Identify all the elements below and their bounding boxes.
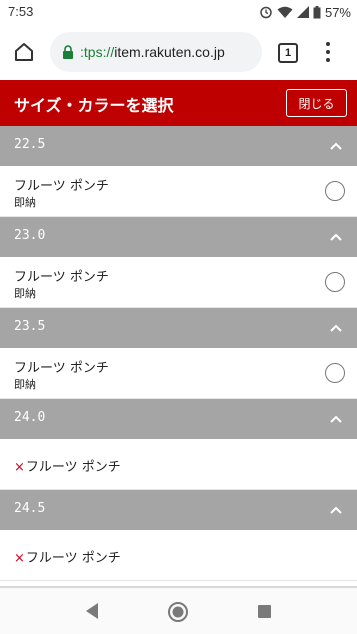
chevron-up-icon xyxy=(330,415,342,423)
color-name: フルーツ ポンチ xyxy=(25,551,121,566)
chevron-up-icon xyxy=(330,233,342,241)
select-radio[interactable] xyxy=(325,272,345,292)
address-bar[interactable]: :tps:// item.rakuten.co.jp xyxy=(50,32,262,72)
chevron-up-icon xyxy=(330,324,342,332)
size-option-row: ×フルーツ ポンチ xyxy=(0,439,357,490)
size-label: 23.5 xyxy=(14,319,46,334)
home-circle-icon[interactable] xyxy=(167,601,189,623)
color-name: フルーツ ポンチ xyxy=(14,361,109,376)
home-icon xyxy=(15,43,33,61)
status-time: 7:53 xyxy=(8,4,34,19)
tab-switcher-button[interactable]: 1 xyxy=(278,43,298,63)
home-button[interactable] xyxy=(10,38,38,66)
chevron-up-icon xyxy=(330,142,342,150)
panel-header: サイズ・カラーを選択 閉じる xyxy=(0,80,357,126)
system-nav-bar xyxy=(0,586,357,634)
more-vert-icon[interactable] xyxy=(318,40,338,64)
battery-percent: 57% xyxy=(324,4,351,20)
status-icons: 57% xyxy=(259,4,351,20)
battery-icon xyxy=(313,5,321,18)
back-triangle-icon[interactable] xyxy=(84,602,100,620)
wifi-icon xyxy=(277,6,293,18)
size-label: 23.0 xyxy=(14,228,46,243)
url-scheme: :tps:// xyxy=(80,44,115,60)
select-radio[interactable] xyxy=(325,181,345,201)
size-group-header[interactable]: 24.5 xyxy=(0,490,357,530)
select-radio[interactable] xyxy=(325,363,345,383)
size-option-row: ×フルーツ ポンチ xyxy=(0,530,357,581)
sold-out-mark: × xyxy=(14,460,25,475)
size-list: 22.5 フルーツ ポンチ 即納 23.0 フルーツ ポンチ 即納 23.5 フ… xyxy=(0,126,357,586)
size-label: 22.5 xyxy=(14,137,46,152)
size-label: 24.0 xyxy=(14,410,46,425)
url-host: item.rakuten.co.jp xyxy=(114,44,225,60)
sold-out-mark: × xyxy=(14,551,25,566)
status-bar: 7:53 57% xyxy=(0,0,357,24)
chevron-up-icon xyxy=(330,506,342,514)
size-option-row[interactable]: フルーツ ポンチ 即納 xyxy=(0,166,357,217)
lock-icon xyxy=(62,45,74,59)
color-name-soldout: ×フルーツ ポンチ xyxy=(14,547,121,566)
color-name: フルーツ ポンチ xyxy=(14,270,109,285)
stock-status: 即納 xyxy=(14,378,36,391)
browser-toolbar: :tps:// item.rakuten.co.jp 1 xyxy=(0,24,357,80)
stock-status: 即納 xyxy=(14,196,36,209)
color-name: フルーツ ポンチ xyxy=(25,460,121,475)
size-option-row[interactable]: フルーツ ポンチ 即納 xyxy=(0,257,357,308)
alarm-icon xyxy=(260,6,272,19)
size-group-header[interactable]: 22.5 xyxy=(0,126,357,166)
color-name: フルーツ ポンチ xyxy=(14,179,109,194)
size-group-header[interactable]: 24.0 xyxy=(0,399,357,439)
recents-square-icon[interactable] xyxy=(258,605,271,618)
size-option-row[interactable]: フルーツ ポンチ 即納 xyxy=(0,348,357,399)
size-label: 24.5 xyxy=(14,501,46,516)
stock-status: 即納 xyxy=(14,287,36,300)
close-button[interactable]: 閉じる xyxy=(286,89,347,117)
signal-icon xyxy=(296,6,309,18)
size-group-header[interactable]: 23.5 xyxy=(0,308,357,348)
panel-title: サイズ・カラーを選択 xyxy=(14,96,174,115)
size-group-header[interactable]: 23.0 xyxy=(0,217,357,257)
color-name-soldout: ×フルーツ ポンチ xyxy=(14,456,121,475)
